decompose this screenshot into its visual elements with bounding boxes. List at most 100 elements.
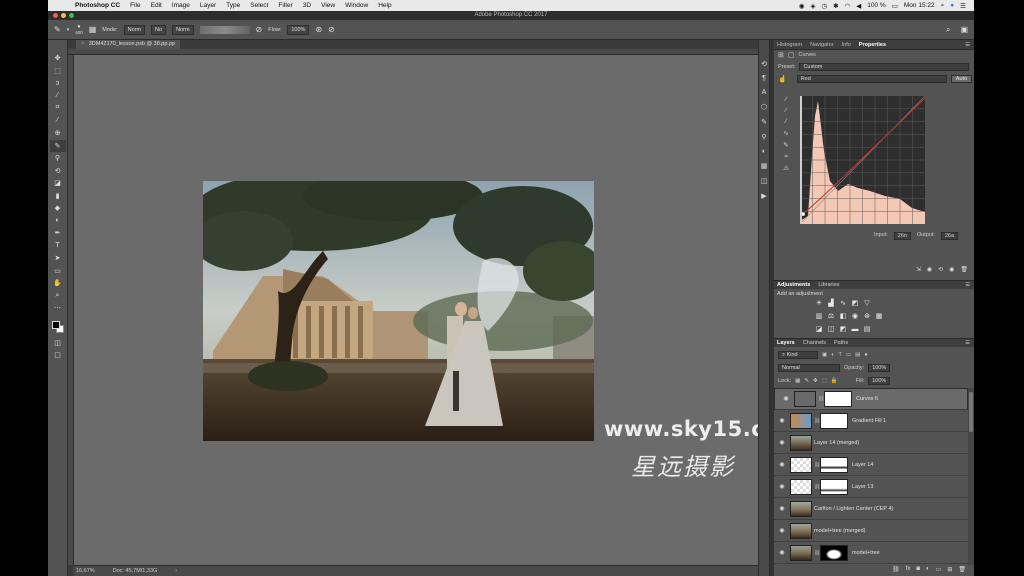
clipping-warning-icon[interactable]: ⚠	[783, 164, 789, 172]
new-layer-icon[interactable]: ⊞	[947, 566, 952, 576]
sample-shadow-eyedropper-icon[interactable]: ⁄	[785, 96, 786, 103]
battery-icon[interactable]: ▭	[892, 2, 898, 10]
record-icon[interactable]: ◉	[799, 2, 805, 10]
filter-shape-icon[interactable]: ▭	[846, 352, 851, 358]
menu-view[interactable]: View	[316, 2, 340, 9]
sample-gray-eyedropper-icon[interactable]: ⁄	[785, 107, 786, 114]
screen-mode-icon[interactable]: ▢	[50, 349, 66, 362]
minimize-window-icon[interactable]	[61, 13, 66, 18]
black-white-icon[interactable]: ◧	[838, 312, 848, 322]
volume-icon[interactable]: ◀	[856, 2, 861, 10]
brush-tool-icon[interactable]: ✎	[54, 25, 61, 34]
menu-filter[interactable]: Filter	[273, 2, 297, 9]
link-layers-icon[interactable]: ⛓	[892, 566, 900, 576]
mode-select-2[interactable]: No	[151, 24, 167, 35]
visibility-eye-icon[interactable]: ◉	[774, 549, 790, 556]
visibility-eye-icon[interactable]: ◉	[774, 505, 790, 512]
layer-row[interactable]: ◉ ⛓ Curves 6	[774, 388, 968, 410]
tab-properties[interactable]: Properties	[859, 42, 886, 48]
eyedropper-tool-icon[interactable]: ⁄	[50, 115, 66, 128]
zoom-window-icon[interactable]	[69, 13, 74, 18]
layer-mask-thumb[interactable]	[824, 391, 852, 407]
invert-icon[interactable]: ◪	[814, 325, 824, 335]
battery-percent[interactable]: 100 %	[867, 2, 885, 9]
airbrush-icon[interactable]: ⊛	[315, 25, 322, 34]
brush-settings-icon[interactable]: ✎	[761, 118, 767, 126]
menu-file[interactable]: File	[125, 2, 145, 9]
swatches-panel-icon[interactable]: ▦	[761, 162, 768, 170]
dropbox-icon[interactable]: ◈	[810, 2, 815, 10]
history-brush-tool-icon[interactable]: ⟲	[50, 165, 66, 178]
mode-select[interactable]: Norm	[123, 24, 146, 35]
layer-mask-thumb[interactable]	[820, 478, 848, 495]
fill-field[interactable]: 100%	[868, 376, 891, 385]
visibility-eye-icon[interactable]: ◉	[774, 439, 790, 446]
selective-color-icon[interactable]: ▤	[862, 325, 872, 335]
time-machine-icon[interactable]: ◷	[821, 2, 827, 10]
eraser-tool-icon[interactable]: ◪	[50, 177, 66, 190]
menu-type[interactable]: Type	[221, 2, 245, 9]
gradient-map-icon[interactable]: ▬	[850, 325, 860, 335]
delete-layer-icon[interactable]: 🗑	[958, 566, 966, 576]
crop-tool-icon[interactable]: ⌗	[50, 102, 66, 115]
input-field[interactable]: 26n	[893, 232, 911, 240]
user-avatar-icon[interactable]: ●	[950, 2, 954, 9]
brush-panel-icon[interactable]: ▦	[89, 25, 97, 34]
layer-row[interactable]: ◉ ⛓ Layer 14	[774, 454, 968, 476]
3d-panel-icon[interactable]: ⬡	[761, 103, 767, 111]
chevron-down-icon[interactable]: ▾	[67, 27, 70, 33]
layer-mask-thumb[interactable]	[820, 544, 848, 561]
foreground-color[interactable]	[51, 320, 60, 329]
tab-info[interactable]: Info	[842, 42, 851, 48]
blur-tool-icon[interactable]: ◆	[50, 202, 66, 215]
visibility-eye-icon[interactable]: ◉	[774, 527, 790, 534]
menu-help[interactable]: Help	[373, 2, 396, 9]
document-size[interactable]: Doc: 45,7M/1,33G	[113, 568, 158, 574]
more-tools-icon[interactable]: ⋯	[50, 302, 66, 315]
photo-filter-icon[interactable]: ◉	[850, 312, 860, 322]
move-tool-icon[interactable]: ✥	[50, 52, 66, 65]
panel-menu-icon[interactable]: ☰	[965, 42, 974, 48]
vibrance-icon[interactable]: ▽	[862, 299, 872, 309]
filter-toggle-icon[interactable]: ●	[864, 352, 867, 358]
lock-artboard-icon[interactable]: ⬚	[822, 378, 827, 384]
view-previous-icon[interactable]: ◉	[927, 266, 932, 276]
blend-mode-select[interactable]: Normal	[778, 363, 840, 372]
preset-select[interactable]: Custom	[799, 63, 970, 71]
tab-paths[interactable]: Paths	[834, 340, 848, 346]
layer-row[interactable]: ◉ ⛓ Gradient Fill 1	[774, 410, 968, 432]
color-lookup-icon[interactable]: ▦	[874, 312, 884, 322]
lock-transparent-icon[interactable]: ▦	[795, 378, 800, 384]
filter-pixel-icon[interactable]: ▣	[822, 352, 827, 358]
channel-mixer-icon[interactable]: ⊛	[862, 312, 872, 322]
document-image[interactable]	[203, 181, 594, 441]
brush-tool-icon[interactable]: ✎	[49, 139, 66, 152]
history-panel-icon[interactable]: ⟲	[761, 60, 767, 68]
new-group-icon[interactable]: ▭	[936, 566, 942, 576]
threshold-icon[interactable]: ◩	[838, 325, 848, 335]
menu-window[interactable]: Window	[340, 2, 373, 9]
visibility-eye-icon[interactable]: ◉	[774, 483, 790, 490]
levels-icon[interactable]: ▟	[826, 299, 836, 309]
opacity-field[interactable]: 100%	[868, 363, 891, 372]
zoom-level[interactable]: 16,67%	[76, 568, 95, 574]
new-adjustment-icon[interactable]: ◐	[926, 566, 930, 576]
pressure-size-icon[interactable]: ⊘	[328, 25, 335, 34]
lock-position-icon[interactable]: ✥	[813, 378, 818, 384]
bluetooth-icon[interactable]: ✱	[833, 2, 838, 10]
on-image-adjust-icon[interactable]: ☝	[778, 75, 787, 83]
workspace-icon[interactable]: ▣	[960, 25, 968, 35]
pressure-opacity-icon[interactable]: ⊘	[256, 25, 263, 34]
tab-layers[interactable]: Layers	[777, 340, 795, 346]
styles-panel-icon[interactable]: ◫	[761, 177, 768, 185]
lock-all-icon[interactable]: 🔒	[831, 378, 838, 384]
tab-histogram[interactable]: Histogram	[777, 42, 802, 48]
menu-edit[interactable]: Edit	[146, 2, 167, 9]
layer-row[interactable]: ◉ Carlton / Lighten Center (CEP 4)	[774, 498, 968, 520]
zoom-tool-icon[interactable]: ⌕	[50, 290, 66, 303]
menu-list-icon[interactable]: ☰	[960, 2, 966, 10]
close-window-icon[interactable]	[53, 13, 58, 18]
color-swatches[interactable]	[50, 319, 66, 337]
quick-mask-icon[interactable]: ◫	[50, 337, 66, 350]
search-icon[interactable]: ⌕	[941, 2, 945, 10]
